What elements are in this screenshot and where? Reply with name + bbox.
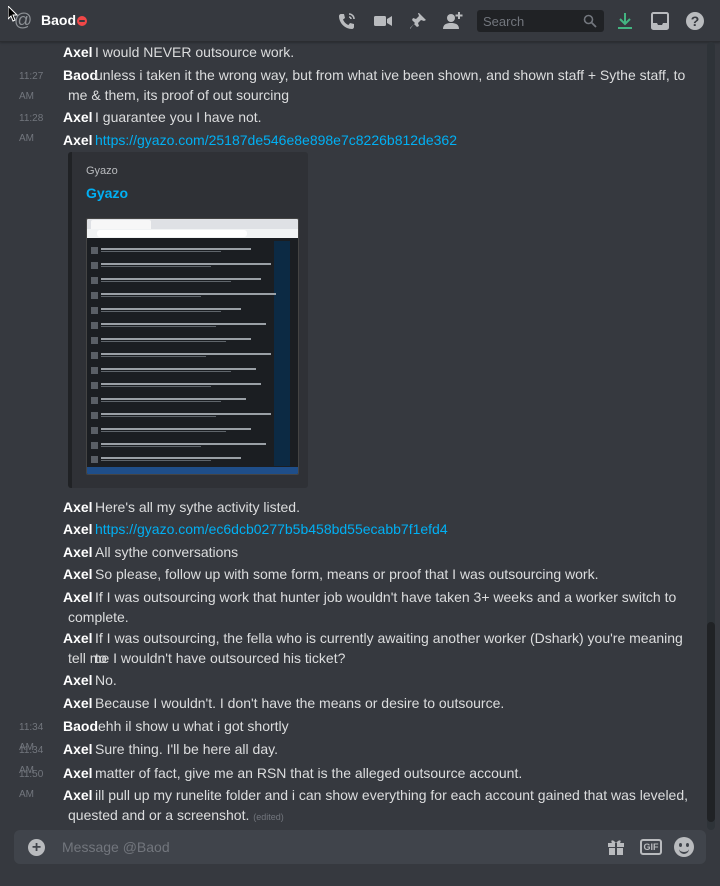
message-text: Sure thing. I'll be here all day. — [95, 741, 278, 757]
inbox-icon[interactable] — [649, 10, 671, 32]
message-link[interactable]: https://gyazo.com/25187de546e8e898e7c822… — [95, 130, 695, 150]
message-text: ehh il show u what i got shortly — [98, 718, 289, 734]
embed-title[interactable]: Gyazo — [86, 185, 128, 201]
message-text: I would NEVER outsource work. — [95, 44, 295, 60]
message-author[interactable]: Axel — [63, 107, 93, 127]
edited-label: (edited) — [253, 812, 284, 822]
message-author[interactable]: Baod — [63, 65, 98, 85]
add-friend-icon[interactable] — [442, 10, 464, 32]
at-icon: @ — [14, 10, 33, 30]
message-text: All sythe conversations — [95, 544, 239, 560]
message-author[interactable]: Axel — [63, 497, 93, 517]
message-author[interactable]: Axel — [63, 693, 93, 713]
message-author[interactable]: Axel — [63, 628, 93, 648]
message-timestamp: 11:50 AM — [19, 769, 44, 800]
scrollbar-thumb[interactable] — [707, 622, 715, 822]
help-icon[interactable]: ? — [684, 10, 706, 32]
message-text: No. — [95, 672, 117, 688]
search-input[interactable]: Search — [477, 10, 604, 32]
call-icon[interactable] — [336, 10, 358, 32]
message-link[interactable]: https://gyazo.com/ec6dcb0277b5b458bd55ec… — [95, 519, 695, 539]
message-author[interactable]: Axel — [63, 670, 93, 690]
message-author[interactable]: Axel — [63, 587, 93, 607]
message-author[interactable]: Axel — [63, 785, 93, 805]
message-author[interactable]: Axel — [63, 763, 93, 783]
message-list[interactable]: Axel I would NEVER outsource work. 11:27… — [0, 42, 708, 830]
message-author[interactable]: Axel — [63, 542, 93, 562]
embed-thumbnail-image[interactable] — [86, 218, 299, 475]
message-timestamp: 11:27 AM — [19, 71, 44, 102]
message-text: unless i taken it the wrong way, but fro… — [95, 67, 686, 83]
message-text: I guarantee you I have not. — [95, 109, 262, 125]
message-text: ill pull up my runelite folder and i can… — [95, 787, 689, 803]
message-input[interactable]: Message @Baod — [62, 839, 170, 855]
link-embed: Gyazo Gyazo — [68, 152, 308, 488]
svg-text:?: ? — [691, 13, 700, 29]
search-placeholder: Search — [483, 14, 525, 29]
emoji-icon[interactable] — [674, 837, 694, 857]
message-text-continued: tell me I wouldn't have outsourced his t… — [68, 650, 346, 666]
upload-plus-icon[interactable]: + — [28, 839, 45, 856]
channel-header: @ Baod Search ? — [0, 0, 720, 42]
message-author[interactable]: Axel — [63, 519, 93, 539]
message-author[interactable]: Axel — [63, 739, 93, 759]
message-text: Here's all my sythe activity listed. — [95, 499, 300, 515]
message-composer[interactable]: + Message @Baod GIF — [14, 830, 706, 864]
message-text-continued: quested and or a screenshot. (edited) — [68, 807, 284, 823]
message-author[interactable]: Axel — [63, 130, 93, 150]
message-text-continued: me & them, its proof of out sourcing — [68, 87, 289, 103]
download-icon[interactable] — [614, 10, 636, 32]
embed-provider[interactable]: Gyazo — [86, 165, 118, 177]
dm-title: Baod — [41, 12, 76, 28]
message-text: matter of fact, give me an RSN that is t… — [95, 765, 523, 781]
gift-icon[interactable] — [607, 838, 625, 856]
pin-icon[interactable] — [407, 10, 429, 32]
gif-button[interactable]: GIF — [640, 839, 662, 855]
search-icon — [583, 14, 597, 28]
message-author[interactable]: Axel — [63, 42, 93, 62]
message-text: Because I wouldn't. I don't have the mea… — [95, 695, 505, 711]
message-text: If I was outsourcing work that hunter jo… — [95, 589, 677, 605]
message-timestamp: 11:28 AM — [19, 113, 44, 144]
video-call-icon[interactable] — [372, 10, 394, 32]
dnd-status-icon — [77, 16, 87, 26]
message-author[interactable]: Baod — [63, 716, 98, 736]
message-author[interactable]: Axel — [63, 564, 93, 584]
message-text-continued: complete. — [68, 609, 129, 625]
message-text: So please, follow up with some form, mea… — [95, 566, 599, 582]
